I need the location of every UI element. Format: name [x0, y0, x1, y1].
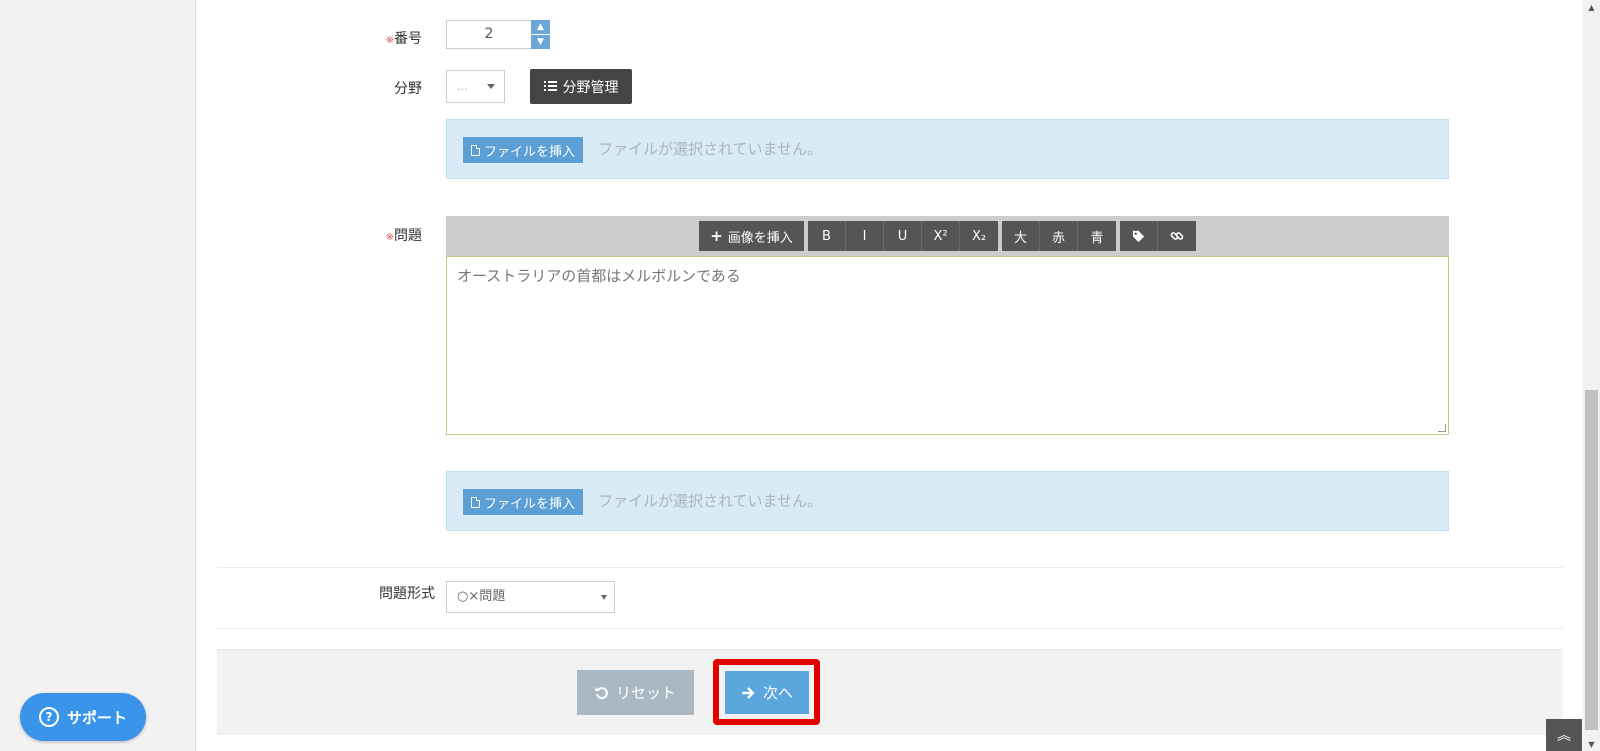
number-label: ※番号 [385, 31, 422, 47]
question-textarea[interactable]: オーストラリアの首都はメルボルンである [446, 256, 1449, 435]
support-label: サポート [66, 708, 127, 727]
list-icon [543, 81, 557, 92]
scroll-up-arrow[interactable]: ▲ [1583, 0, 1600, 14]
file-upload-area-bottom: ファイルを挿入 ファイルが選択されていません。 [446, 471, 1449, 531]
large-text-button[interactable]: 大 [1002, 221, 1040, 251]
vertical-scrollbar[interactable]: ▲ ▼ [1583, 0, 1600, 751]
tag-icon [1132, 230, 1145, 242]
category-select[interactable]: ... [446, 70, 505, 103]
chevron-up-icon: ▲ [537, 22, 544, 32]
subscript-button[interactable]: X₂ [960, 221, 998, 251]
reset-button[interactable]: リセット [577, 670, 694, 715]
tag-button[interactable] [1120, 221, 1158, 251]
blue-text-button[interactable]: 青 [1078, 221, 1116, 251]
bold-button[interactable]: B [808, 221, 846, 251]
spin-up-button[interactable]: ▲ [531, 20, 550, 34]
resize-handle[interactable] [1438, 424, 1446, 432]
editor-toolbar: + 画像を挿入 B I U X² X₂ 大 赤 青 [446, 216, 1449, 256]
file-status-bottom: ファイルが選択されていません。 [598, 492, 823, 510]
insert-image-button[interactable]: + 画像を挿入 [699, 221, 804, 251]
file-upload-area-top: ファイルを挿入 ファイルが選択されていません。 [446, 119, 1449, 179]
red-text-button[interactable]: 赤 [1040, 221, 1078, 251]
next-button[interactable]: 次へ [725, 671, 809, 714]
link-icon [1170, 232, 1184, 240]
scrollbar-thumb[interactable] [1585, 390, 1598, 730]
scroll-to-top-button[interactable]: ︽ [1546, 719, 1582, 751]
file-status-top: ファイルが選択されていません。 [598, 140, 823, 158]
italic-button[interactable]: I [846, 221, 884, 251]
support-button[interactable]: ? サポート [20, 693, 146, 741]
link-button[interactable] [1158, 221, 1196, 251]
action-bar [217, 649, 1563, 735]
caret-down-icon [601, 595, 607, 600]
category-label: 分野 [394, 81, 422, 97]
file-icon [470, 496, 480, 508]
scroll-down-arrow[interactable]: ▼ [1583, 737, 1600, 751]
spin-down-button[interactable]: ▼ [531, 35, 550, 49]
underline-button[interactable]: U [884, 221, 922, 251]
chevron-down-icon: ▼ [537, 37, 544, 47]
left-sidebar [0, 0, 196, 751]
divider [217, 567, 1563, 568]
insert-file-button-bottom[interactable]: ファイルを挿入 [463, 489, 583, 515]
number-input[interactable]: 2 [446, 20, 532, 49]
question-type-select[interactable]: ○×問題 [446, 581, 615, 613]
double-chevron-up-icon: ︽ [1557, 728, 1571, 744]
insert-file-button-top[interactable]: ファイルを挿入 [463, 137, 583, 163]
help-icon: ? [38, 707, 59, 727]
superscript-button[interactable]: X² [922, 221, 960, 251]
plus-icon: + [710, 227, 723, 245]
divider [217, 628, 1563, 629]
arrow-right-icon [741, 686, 755, 699]
question-type-label: 問題形式 [379, 586, 435, 602]
undo-icon [594, 686, 608, 699]
file-icon [470, 144, 480, 156]
caret-down-icon [487, 84, 495, 89]
question-label: ※問題 [385, 228, 422, 244]
category-manage-button[interactable]: 分野管理 [530, 69, 632, 104]
